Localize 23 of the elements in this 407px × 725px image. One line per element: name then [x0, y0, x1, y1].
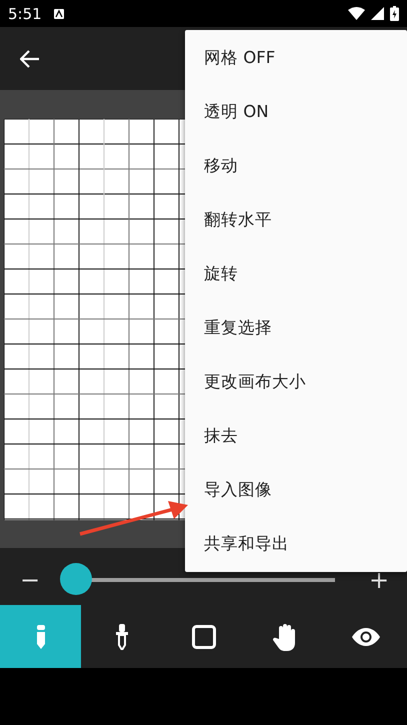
status-time: 5:51 [8, 4, 42, 22]
slider-thumb[interactable] [60, 562, 92, 594]
menu-item[interactable]: 共享和导出 [185, 517, 407, 571]
pencil-icon [36, 624, 46, 648]
signal-icon [371, 7, 384, 20]
battery-icon [390, 6, 399, 21]
menu-item[interactable]: 抹去 [185, 409, 407, 463]
menu-item[interactable]: 重复选择 [185, 301, 407, 355]
wifi-icon [348, 7, 365, 20]
menu-item[interactable]: 旋转 [185, 247, 407, 301]
notification-icon [54, 8, 64, 18]
dropper-icon [116, 624, 128, 650]
menu-item[interactable]: 翻转水平 [185, 193, 407, 247]
eye-icon [352, 628, 380, 646]
menu-item[interactable]: 移动 [185, 139, 407, 193]
menu-item[interactable]: 网格 OFF [185, 31, 407, 85]
hand-icon [272, 622, 298, 650]
menu-item[interactable]: 更改画布大小 [185, 355, 407, 409]
menu-item[interactable]: 透明 ON [185, 85, 407, 139]
square-icon [192, 624, 216, 648]
back-arrow-icon[interactable] [20, 50, 40, 68]
menu-item[interactable]: 导入图像 [185, 463, 407, 517]
zoom-out-button[interactable]: − [20, 566, 38, 594]
